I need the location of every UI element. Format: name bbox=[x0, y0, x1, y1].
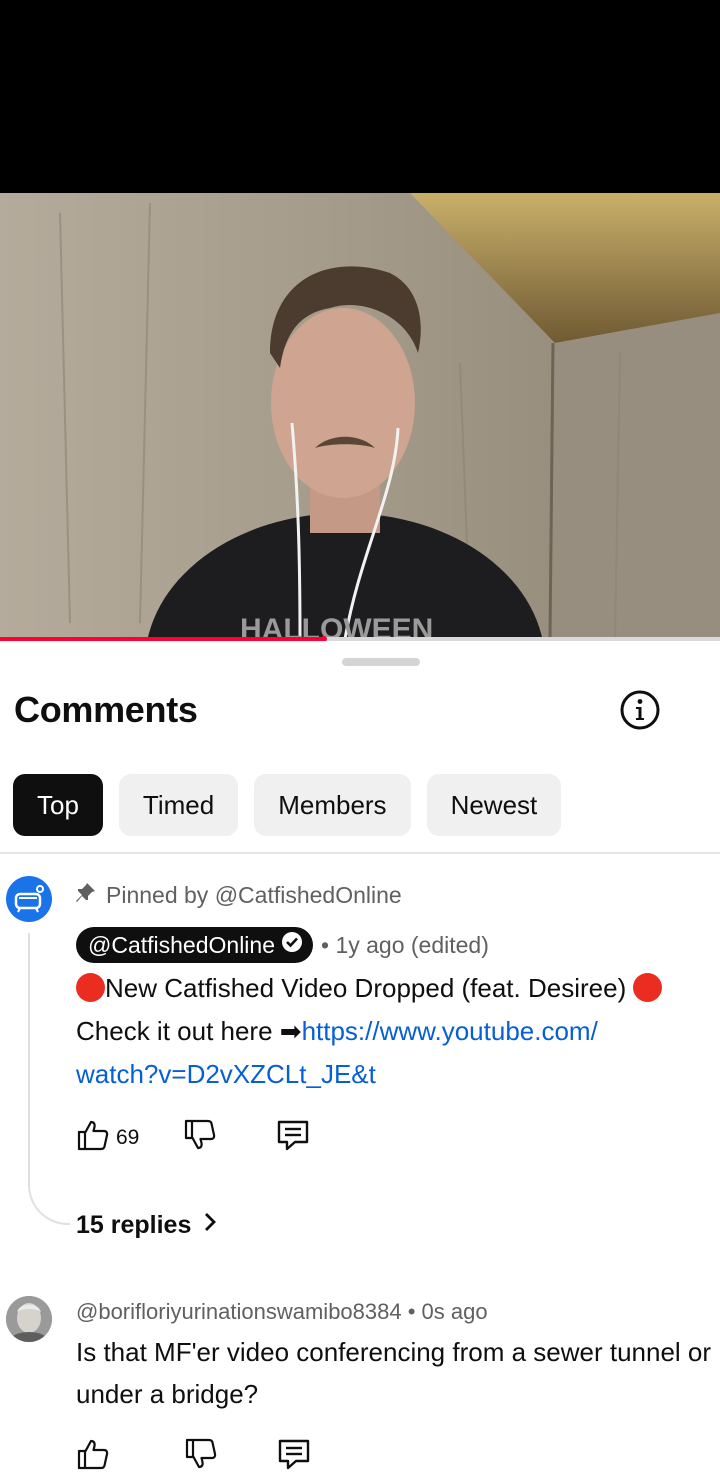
divider bbox=[0, 852, 720, 854]
comment-filter-chips: Top Timed Members Newest bbox=[13, 774, 562, 836]
shirt-text: HALLOWEEN bbox=[240, 613, 433, 639]
comment-actions: 69 bbox=[76, 1117, 311, 1159]
red-circle-emoji bbox=[76, 973, 105, 1002]
comments-title: Comments bbox=[14, 689, 198, 730]
avatar[interactable] bbox=[6, 876, 52, 922]
thumbs-down-icon bbox=[183, 1118, 217, 1158]
like-count: 69 bbox=[116, 1126, 140, 1149]
comment-author: @CatfishedOnline bbox=[88, 931, 275, 958]
info-icon[interactable] bbox=[619, 689, 661, 731]
like-button[interactable]: 69 bbox=[76, 1118, 139, 1158]
comment-icon bbox=[275, 1117, 311, 1159]
thumbs-up-icon bbox=[76, 1437, 110, 1477]
dislike-button[interactable] bbox=[184, 1437, 218, 1477]
reply-button[interactable] bbox=[275, 1117, 311, 1159]
comment-header: @CatfishedOnline • 1y ago (edited) bbox=[76, 927, 489, 963]
comments-sheet: Comments Top Timed Members Newest Pinned… bbox=[0, 641, 720, 1484]
top-black-bar bbox=[0, 0, 720, 193]
comment-line-1: New Catfished Video Dropped (feat. Desir… bbox=[105, 973, 627, 1003]
drag-handle[interactable] bbox=[342, 658, 420, 666]
verified-check-icon bbox=[281, 931, 303, 959]
pinned-label: Pinned by @CatfishedOnline bbox=[106, 882, 402, 908]
comment-body: New Catfished Video Dropped (feat. Desir… bbox=[76, 967, 706, 1096]
chip-newest[interactable]: Newest bbox=[426, 774, 562, 836]
comment-header: @borifloriyurinationswamibo8384 • 0s ago bbox=[76, 1299, 488, 1325]
thumbs-down-icon bbox=[184, 1437, 218, 1477]
pin-icon bbox=[76, 882, 96, 909]
chevron-right-icon bbox=[201, 1211, 219, 1240]
comment-line-2: Check it out here ➡ bbox=[76, 1016, 302, 1046]
thumbs-up-icon bbox=[76, 1118, 110, 1158]
comment-actions bbox=[76, 1436, 312, 1478]
comment-icon bbox=[276, 1436, 312, 1478]
comment-meta: • 0s ago bbox=[407, 1299, 488, 1324]
comment-body: Is that MF'er video conferencing from a … bbox=[76, 1337, 712, 1409]
like-button[interactable] bbox=[76, 1437, 110, 1477]
chip-members[interactable]: Members bbox=[254, 774, 411, 836]
avatar[interactable] bbox=[6, 1296, 52, 1342]
chip-top[interactable]: Top bbox=[13, 774, 103, 836]
video-frame: HALLOWEEN bbox=[0, 193, 720, 639]
view-replies-button[interactable]: 15 replies bbox=[76, 1211, 219, 1240]
chip-timed[interactable]: Timed bbox=[118, 774, 239, 836]
comment-meta: • 1y ago (edited) bbox=[321, 931, 489, 958]
comment-author[interactable]: @borifloriyurinationswamibo8384 bbox=[76, 1299, 402, 1324]
channel-owner-badge[interactable]: @CatfishedOnline bbox=[76, 927, 313, 963]
red-circle-emoji bbox=[633, 973, 663, 1002]
dislike-button[interactable] bbox=[183, 1118, 217, 1158]
replies-count: 15 replies bbox=[76, 1211, 192, 1239]
reply-button[interactable] bbox=[276, 1436, 312, 1478]
video-player[interactable]: HALLOWEEN bbox=[0, 193, 720, 639]
pinned-indicator: Pinned by @CatfishedOnline bbox=[76, 882, 402, 909]
reply-thread-line bbox=[28, 933, 70, 1225]
